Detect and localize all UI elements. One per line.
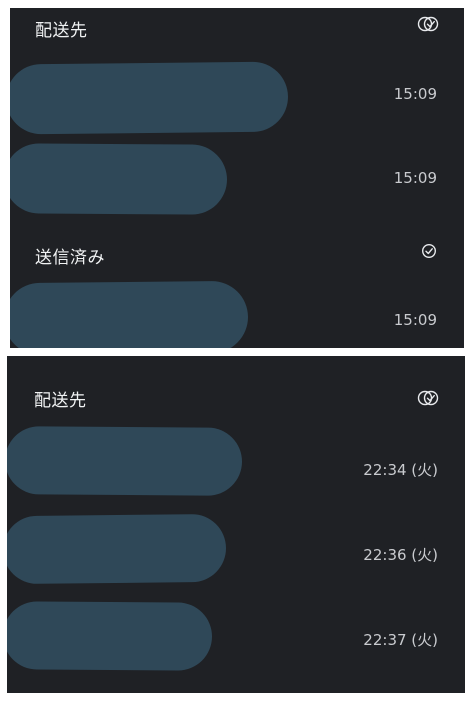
delivery-time: 22:36 (火) xyxy=(363,546,438,564)
double-check-icon xyxy=(417,16,439,32)
redacted-contact xyxy=(10,143,228,215)
sent-header: 送信済み xyxy=(35,248,105,268)
redacted-contact xyxy=(10,61,289,135)
redacted-contact xyxy=(7,426,243,496)
recipients-header: 配送先 xyxy=(35,21,88,41)
single-check-icon xyxy=(421,243,437,259)
recipients-header: 配送先 xyxy=(34,391,87,411)
sent-time: 15:09 xyxy=(393,311,437,329)
delivery-time: 15:09 xyxy=(393,169,437,187)
double-check-icon xyxy=(417,390,439,406)
redacted-contact xyxy=(7,513,227,585)
delivery-time: 15:09 xyxy=(393,85,437,103)
redacted-contact xyxy=(10,280,249,348)
delivery-time: 22:37 (火) xyxy=(363,631,438,649)
delivery-time: 22:34 (火) xyxy=(363,461,438,479)
bottom-panel: 配送先 22:34 (火) 22:36 (火) 22:37 (火) xyxy=(7,356,465,693)
top-panel: 配送先 15:09 15:09 送信済み 15:09 xyxy=(10,8,464,348)
redacted-contact xyxy=(7,601,213,671)
